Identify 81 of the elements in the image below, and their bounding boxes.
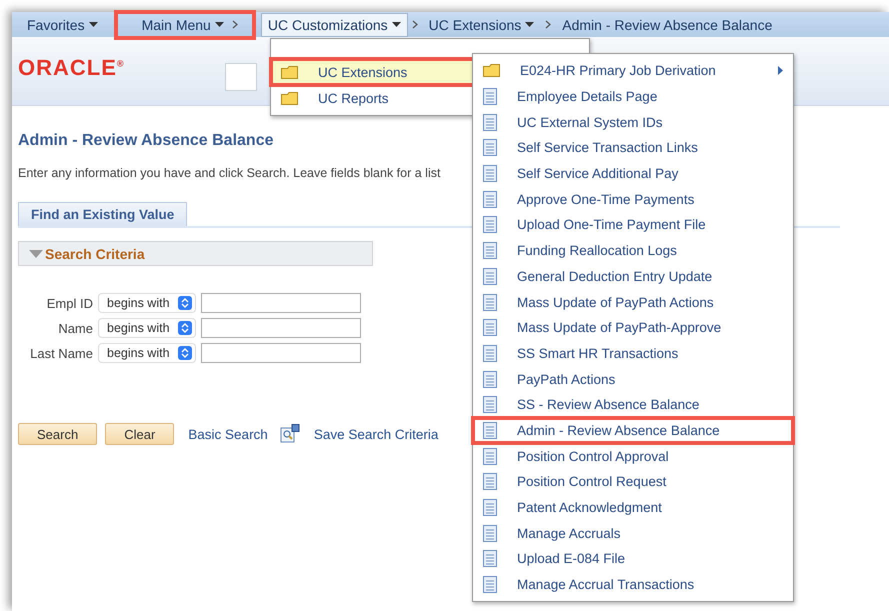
action-button[interactable]: Search <box>18 423 98 445</box>
link[interactable]: Basic Search <box>188 426 268 442</box>
document-icon <box>483 499 497 516</box>
breadcrumb[interactable]: Admin - Review Absence Balance <box>555 12 780 36</box>
field-label: Empl ID <box>46 296 93 310</box>
document-icon <box>483 242 497 260</box>
submenu-arrow-icon <box>778 66 783 76</box>
document-icon <box>483 473 497 490</box>
document-icon <box>483 139 497 156</box>
document-icon <box>483 88 497 106</box>
search-field[interactable] <box>224 63 257 91</box>
stepper-icon <box>178 346 192 360</box>
menu-item[interactable]: Approve One-Time Payments <box>473 186 793 212</box>
menu-item[interactable]: SS - Review Absence Balance <box>473 392 793 418</box>
folder-icon <box>281 92 298 104</box>
document-icon <box>483 319 497 336</box>
menu-item[interactable]: General Deduction Entry Update <box>473 264 793 290</box>
menu-item[interactable]: Mass Update of PayPath-Approve <box>473 314 793 341</box>
document-icon <box>483 294 497 311</box>
menu-item[interactable]: SS Smart HR Transactions <box>473 340 793 366</box>
document-icon <box>483 344 497 362</box>
document-icon <box>483 216 497 234</box>
menu-item[interactable]: Patent Acknowledgment <box>473 494 793 520</box>
menu-item[interactable]: PayPath Actions <box>473 366 793 392</box>
document-icon <box>483 448 497 465</box>
operator-select[interactable]: begins with <box>98 293 196 313</box>
tab[interactable]: Find an Existing Value <box>18 202 188 226</box>
menu-item[interactable]: Mass Update of PayPath Actions <box>473 289 793 315</box>
chevron-icon <box>412 20 418 29</box>
document-icon <box>483 370 497 388</box>
caret-icon <box>392 22 401 27</box>
input-field[interactable] <box>201 293 361 313</box>
menu-item[interactable]: Position Control Request <box>473 469 793 495</box>
menu-item[interactable]: Position Control Approval <box>473 443 793 469</box>
caret-icon <box>525 22 534 27</box>
link[interactable]: Save Search Criteria <box>314 426 438 442</box>
field-label: Name <box>57 320 93 336</box>
menu-item[interactable]: Upload One-Time Payment File <box>473 212 793 238</box>
instructions: Enter any information you have and click Search. Leave fields blank for a list <box>18 166 440 180</box>
menu-item[interactable]: UC External System IDs <box>473 109 793 136</box>
stepper-icon <box>178 296 192 310</box>
menu-item[interactable]: Admin - Review Absence Balance <box>473 418 793 444</box>
save-search-icon[interactable] <box>280 424 300 444</box>
document-icon <box>483 550 497 568</box>
nav-menu[interactable]: UC Customizations <box>260 12 408 36</box>
input-field[interactable] <box>201 318 361 338</box>
document-icon <box>483 165 497 182</box>
caret-icon <box>88 22 98 27</box>
field-label: Last Name <box>29 346 93 360</box>
document-icon <box>483 114 497 131</box>
menu-item[interactable]: Manage Accrual Transactions <box>473 572 793 598</box>
document-icon <box>483 396 497 414</box>
action-button[interactable]: Clear <box>105 423 174 445</box>
menu-item[interactable]: Funding Reallocation Logs <box>473 238 793 264</box>
folder-icon <box>483 64 500 78</box>
triangle-icon <box>29 250 43 258</box>
operator-select[interactable]: begins with <box>98 318 196 338</box>
page-title: Admin - Review Absence Balance <box>18 132 274 150</box>
section-header[interactable]: Search Criteria <box>18 241 373 266</box>
oracle-logo: ORACLE$^{®}$ <box>18 55 125 81</box>
operator-select[interactable]: begins with <box>98 343 196 363</box>
stepper-icon <box>178 321 192 335</box>
menu-item[interactable]: Employee Details Page <box>473 84 793 110</box>
menu-item[interactable]: Upload E-084 File <box>473 546 793 572</box>
document-icon <box>483 576 497 594</box>
nav-menu[interactable]: UC Extensions <box>422 12 542 36</box>
document-icon <box>483 268 497 285</box>
section-title: Search Criteria <box>45 246 145 262</box>
chevron-icon <box>232 20 238 29</box>
nav-menu[interactable]: Main Menu <box>116 12 253 36</box>
nav-menu[interactable]: Favorites <box>20 12 105 36</box>
folder-icon <box>281 66 298 78</box>
input-field[interactable] <box>201 343 361 363</box>
caret-icon <box>214 22 224 27</box>
document-icon <box>483 524 497 542</box>
chevron-icon <box>545 20 552 29</box>
document-icon <box>483 190 497 208</box>
menu-item[interactable]: Manage Accruals <box>473 520 793 546</box>
menu-item[interactable]: Self Service Additional Pay <box>473 160 793 186</box>
menu-item[interactable]: Self Service Transaction Links <box>473 135 793 161</box>
document-icon <box>483 422 497 439</box>
